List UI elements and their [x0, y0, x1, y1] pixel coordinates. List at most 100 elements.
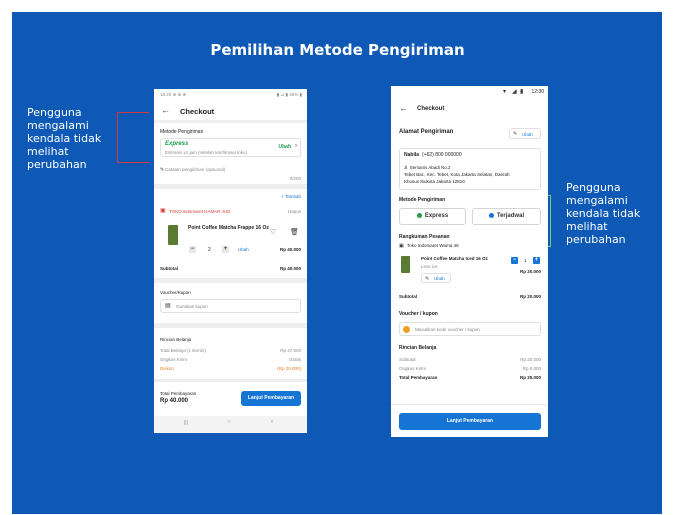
voucher-input[interactable]: ▤ Gunakan kupon: [160, 299, 301, 313]
subtotal-value: Rp 20.000: [519, 294, 541, 299]
address-line: Khusus Ibukota Jakarta 12810: [404, 179, 465, 184]
recipient-phone: (+62) 800 000000: [422, 152, 462, 158]
address-title: Alamat Pengiriman: [399, 129, 454, 135]
divider: [154, 278, 307, 283]
product-image: [401, 256, 410, 273]
summary-label: Ongkos Kirim: [399, 366, 427, 371]
store-icon: ▣: [399, 243, 404, 249]
back-arrow-icon[interactable]: ←: [399, 104, 408, 113]
total-value: Rp 40.000: [160, 398, 189, 404]
store-action[interactable]: Hapus: [288, 209, 301, 214]
voucher-input[interactable]: Masukkan kode voucher / kupon: [399, 322, 541, 336]
subtotal-label: Subtotal: [399, 294, 417, 299]
annotation-bracket-left: [117, 112, 149, 163]
product-edit-button[interactable]: ✎ Ubah: [421, 273, 451, 283]
summary-value: Gratis: [288, 357, 301, 362]
clock-icon: [488, 212, 494, 218]
coupon-icon: [403, 326, 410, 333]
voucher-placeholder: Masukkan kode voucher / kupon: [415, 327, 480, 332]
express-name: Express: [165, 141, 189, 147]
summary-title: Rincian Belanja: [399, 345, 437, 351]
phone-old-checkout: 18.20 ⊕ ⊕ ⊕ · ▮ ⊿ ▮ 45% ▮ ← Checkout Met…: [154, 89, 307, 433]
voucher-label: Voucher/Kupon: [160, 290, 191, 295]
summary-label: Ongkos Kirim: [160, 357, 188, 362]
store-name: TOKO indomaret HAMAR JUD: [169, 209, 231, 214]
summary-value: (Rp 20.000): [277, 366, 301, 371]
annotation-left: Pengguna mengalami kendala tidak melihat…: [27, 106, 102, 171]
address-line: Jl. Semanis Abadi No.2: [404, 165, 451, 170]
express-desc: Estimasi ±1 jam (setelah konfirmasi toko…: [165, 150, 247, 155]
qty-decrease-button[interactable]: −: [511, 257, 518, 264]
edit-link[interactable]: Ubah: [238, 247, 249, 252]
divider: [154, 379, 307, 382]
add-link[interactable]: + Tambah: [281, 194, 301, 199]
address-card[interactable]: Nabila (+62) 800 000000 Jl. Semanis Abad…: [399, 148, 541, 190]
wifi-icon: ▾: [503, 89, 507, 95]
product-price: Rp 20.000: [519, 269, 541, 274]
shipping-title: Metode Pengiriman: [399, 197, 446, 203]
summary-value: Rp 25.000: [519, 375, 541, 380]
chevron-right-icon: ›: [295, 143, 297, 149]
page-title: Checkout: [417, 106, 445, 112]
qty-decrease-button[interactable]: −: [189, 246, 196, 253]
divider: [391, 404, 548, 405]
summary-value: Rp 47.000: [280, 348, 301, 353]
qty-value[interactable]: 1: [524, 258, 527, 263]
voucher-placeholder: Gunakan kupon: [176, 304, 208, 309]
pay-button[interactable]: Lanjut Pembayaran: [241, 391, 301, 406]
express-change-link[interactable]: Ubah: [279, 144, 292, 150]
divider: [154, 323, 307, 328]
address-edit-label: Ubah: [522, 132, 533, 137]
option-scheduled[interactable]: Terjadwal: [472, 208, 541, 225]
coupon-icon: ▤: [165, 303, 171, 309]
status-bar-left: 18.20 ⊕ ⊕ ⊕ ·: [160, 92, 190, 97]
note-counter: 0/200: [289, 176, 301, 181]
summary-value: Rp 5.000: [522, 366, 541, 371]
option-express-label: Express: [424, 213, 449, 219]
product-name: Point Coffee Matcha Iced 16 Oz: [421, 256, 488, 261]
summary-value: Rp 20.000: [520, 357, 541, 362]
total-label: Total Pembayaran: [160, 391, 197, 396]
qty-increase-button[interactable]: +: [533, 257, 540, 264]
product-variant: Less ice: [421, 264, 438, 269]
qty-value[interactable]: 2: [208, 247, 211, 253]
address-edit-button[interactable]: ✎ Ubah: [509, 128, 541, 139]
signal-icon: ◢: [512, 89, 517, 95]
home-icon[interactable]: ○: [227, 419, 231, 425]
back-icon[interactable]: ‹: [271, 419, 273, 425]
page-title: Checkout: [180, 107, 215, 116]
subtotal-label: Subtotal: [160, 266, 178, 271]
back-arrow-icon[interactable]: ←: [161, 106, 170, 115]
note-input[interactable]: Catatan pengiriman (opsional): [165, 167, 225, 172]
subtotal-value: Rp 40.000: [279, 266, 301, 271]
store-name: Toko Indomaret Warna 46: [407, 243, 459, 248]
phone-new-checkout: ▾ ◢ ▮ 12:30 ← Checkout Alamat Pengiriman…: [391, 86, 548, 437]
option-express[interactable]: Express: [399, 208, 466, 225]
status-time: 12:30: [531, 89, 544, 95]
recipient-name: Nabila: [404, 152, 420, 158]
slide-background: [12, 12, 662, 514]
nav-bar: ||| ○ ‹: [154, 416, 307, 433]
option-scheduled-label: Terjadwal: [496, 213, 525, 219]
product-image: [168, 225, 178, 245]
product-price: Rp 40.000: [279, 247, 301, 252]
summary-label: Total Belanja (1 item/s): [160, 348, 206, 353]
divider: [154, 120, 307, 123]
pencil-icon: ✎: [160, 167, 165, 173]
voucher-title: Voucher / kupon: [399, 311, 438, 317]
battery-icon: ▮: [520, 89, 524, 95]
heart-icon[interactable]: ♡: [270, 229, 276, 236]
address-line: Tebet Bar., Kec. Tebet, Kota Jakarta Sel…: [404, 172, 510, 177]
summary-label: Subtotal: [399, 357, 416, 362]
qty-increase-button[interactable]: +: [222, 246, 229, 253]
slide-title: Pemilihan Metode Pengiriman: [210, 41, 465, 59]
recent-apps-icon[interactable]: |||: [184, 420, 188, 426]
pay-button[interactable]: Lanjut Pembayaran: [399, 413, 541, 430]
shipping-label: Metode Pengiriman: [160, 129, 204, 135]
express-option-card[interactable]: Express Estimasi ±1 jam (setelah konfirm…: [160, 138, 301, 157]
store-icon: ▣: [160, 208, 166, 214]
product-edit-label: Ubah: [434, 276, 445, 281]
trash-icon[interactable]: 🗑: [290, 229, 299, 236]
summary-label: Diskon: [160, 366, 174, 371]
order-title: Rangkuman Pesanan: [399, 234, 450, 240]
